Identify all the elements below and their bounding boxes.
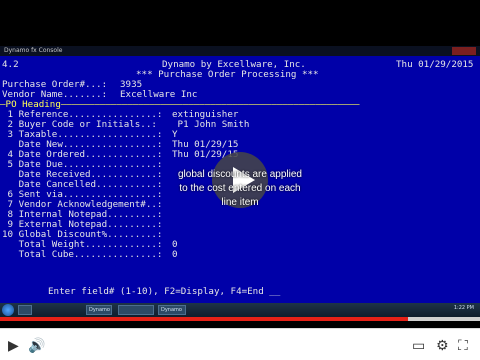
volume-icon[interactable]: 🔊 <box>28 338 45 354</box>
window-title: Dynamo fx Console <box>4 47 63 54</box>
field-value[interactable]: 0 <box>172 250 178 260</box>
taskbar-item-4[interactable]: Dynamo <box>158 305 186 315</box>
play-pause-icon[interactable]: ▶ <box>8 338 19 354</box>
version-text: 4.2 <box>2 59 19 70</box>
window-close-button[interactable] <box>452 47 476 55</box>
video-progress-fill <box>0 317 408 321</box>
taskbar-item-3[interactable] <box>118 305 154 315</box>
taskbar-item-2[interactable]: Dynamo fx <box>86 305 112 315</box>
command-prompt[interactable]: Enter field# (1-10), F2=Display, F4=End … <box>48 287 280 297</box>
settings-icon[interactable]: ⚙ <box>436 338 449 354</box>
field-label: Total Cube...............: <box>2 249 163 260</box>
date-text: Thu 01/29/2015 <box>396 59 474 70</box>
video-letterbox-top <box>0 0 480 46</box>
video-controls <box>0 328 480 360</box>
start-button[interactable] <box>2 304 14 316</box>
field-value[interactable]: P1 John Smith <box>172 120 250 130</box>
screen-title: *** Purchase Order Processing *** <box>136 69 319 80</box>
windows-taskbar: Dynamo fx Dynamo 1:22 PM <box>0 303 480 317</box>
window-icon[interactable]: ▭ <box>412 338 425 354</box>
taskbar-item-1[interactable] <box>18 305 32 315</box>
window-titlebar: Dynamo fx Console <box>0 46 480 56</box>
video-progress-bar[interactable] <box>0 317 480 321</box>
taskbar-clock: 1:22 PM <box>453 305 474 311</box>
video-annotation: global discounts are applied to the cost… <box>178 169 302 208</box>
fullscreen-icon[interactable]: ⛶ <box>458 338 468 354</box>
